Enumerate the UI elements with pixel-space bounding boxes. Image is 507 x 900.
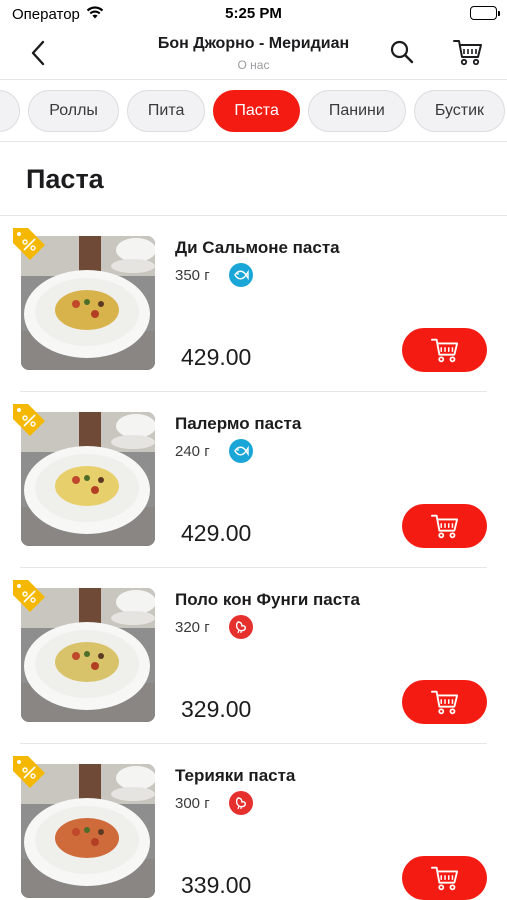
- product-list: Ди Сальмоне паста 350 г 429.00 Палермо п…: [0, 216, 507, 900]
- add-to-cart-button[interactable]: [402, 856, 487, 900]
- navigation-bar: Бон Джорно - Меридиан О нас: [0, 28, 507, 78]
- discount-tag-icon: [11, 754, 47, 790]
- search-icon: [390, 40, 414, 64]
- product-weight: 350 г: [175, 267, 210, 284]
- product-price: 329.00: [181, 696, 252, 722]
- product-card[interactable]: Палермо паста 240 г 429.00: [0, 392, 507, 568]
- fish-icon: [229, 439, 253, 463]
- discount-tag-icon: [11, 402, 47, 438]
- add-to-cart-button[interactable]: [402, 680, 487, 724]
- category-chip[interactable]: Панини: [307, 90, 406, 132]
- search-button[interactable]: [388, 38, 416, 66]
- category-bar: даРоллыПитаПастаПаниниБустик: [0, 79, 507, 142]
- category-chip[interactable]: Паста: [213, 90, 300, 132]
- section-title: Паста: [26, 164, 104, 194]
- product-price: 429.00: [181, 344, 252, 370]
- product-name: Терияки паста: [175, 766, 296, 785]
- category-list: даРоллыПитаПастаПаниниБустик: [0, 90, 507, 132]
- cart-button[interactable]: [452, 36, 484, 68]
- status-bar: Оператор 5:25 PM: [0, 0, 507, 28]
- add-to-cart-button[interactable]: [402, 504, 487, 548]
- product-weight: 300 г: [175, 795, 210, 812]
- add-to-cart-button[interactable]: [402, 328, 487, 372]
- cart-icon: [430, 690, 458, 715]
- chicken-icon: [229, 791, 253, 815]
- restaurant-title: Бон Джорно - Меридиан: [157, 35, 350, 52]
- category-chip[interactable]: Роллы: [28, 90, 119, 132]
- cart-icon: [430, 514, 458, 539]
- cart-icon: [453, 40, 482, 66]
- product-card[interactable]: Поло кон Фунги паста 320 г 329.00: [0, 568, 507, 744]
- product-price: 429.00: [181, 520, 252, 546]
- battery-icon: [470, 6, 500, 20]
- product-card[interactable]: Ди Сальмоне паста 350 г 429.00: [0, 216, 507, 392]
- product-card[interactable]: Терияки паста 300 г 339.00: [0, 744, 507, 900]
- discount-tag-icon: [11, 578, 47, 614]
- cart-icon: [430, 866, 458, 891]
- about-link[interactable]: О нас: [0, 58, 507, 72]
- category-chip[interactable]: да: [0, 90, 21, 132]
- fish-icon: [229, 263, 253, 287]
- clock: 5:25 PM: [225, 5, 282, 22]
- product-name: Ди Сальмоне паста: [175, 238, 340, 257]
- product-weight: 240 г: [175, 443, 210, 460]
- product-name: Палермо паста: [175, 414, 302, 433]
- product-weight: 320 г: [175, 619, 210, 636]
- category-chip[interactable]: Пита: [126, 90, 206, 132]
- product-name: Поло кон Фунги паста: [175, 590, 360, 609]
- cart-icon: [430, 338, 458, 363]
- chicken-icon: [229, 615, 253, 639]
- category-chip[interactable]: Бустик: [413, 90, 506, 132]
- product-price: 339.00: [181, 872, 252, 898]
- discount-tag-icon: [11, 226, 47, 262]
